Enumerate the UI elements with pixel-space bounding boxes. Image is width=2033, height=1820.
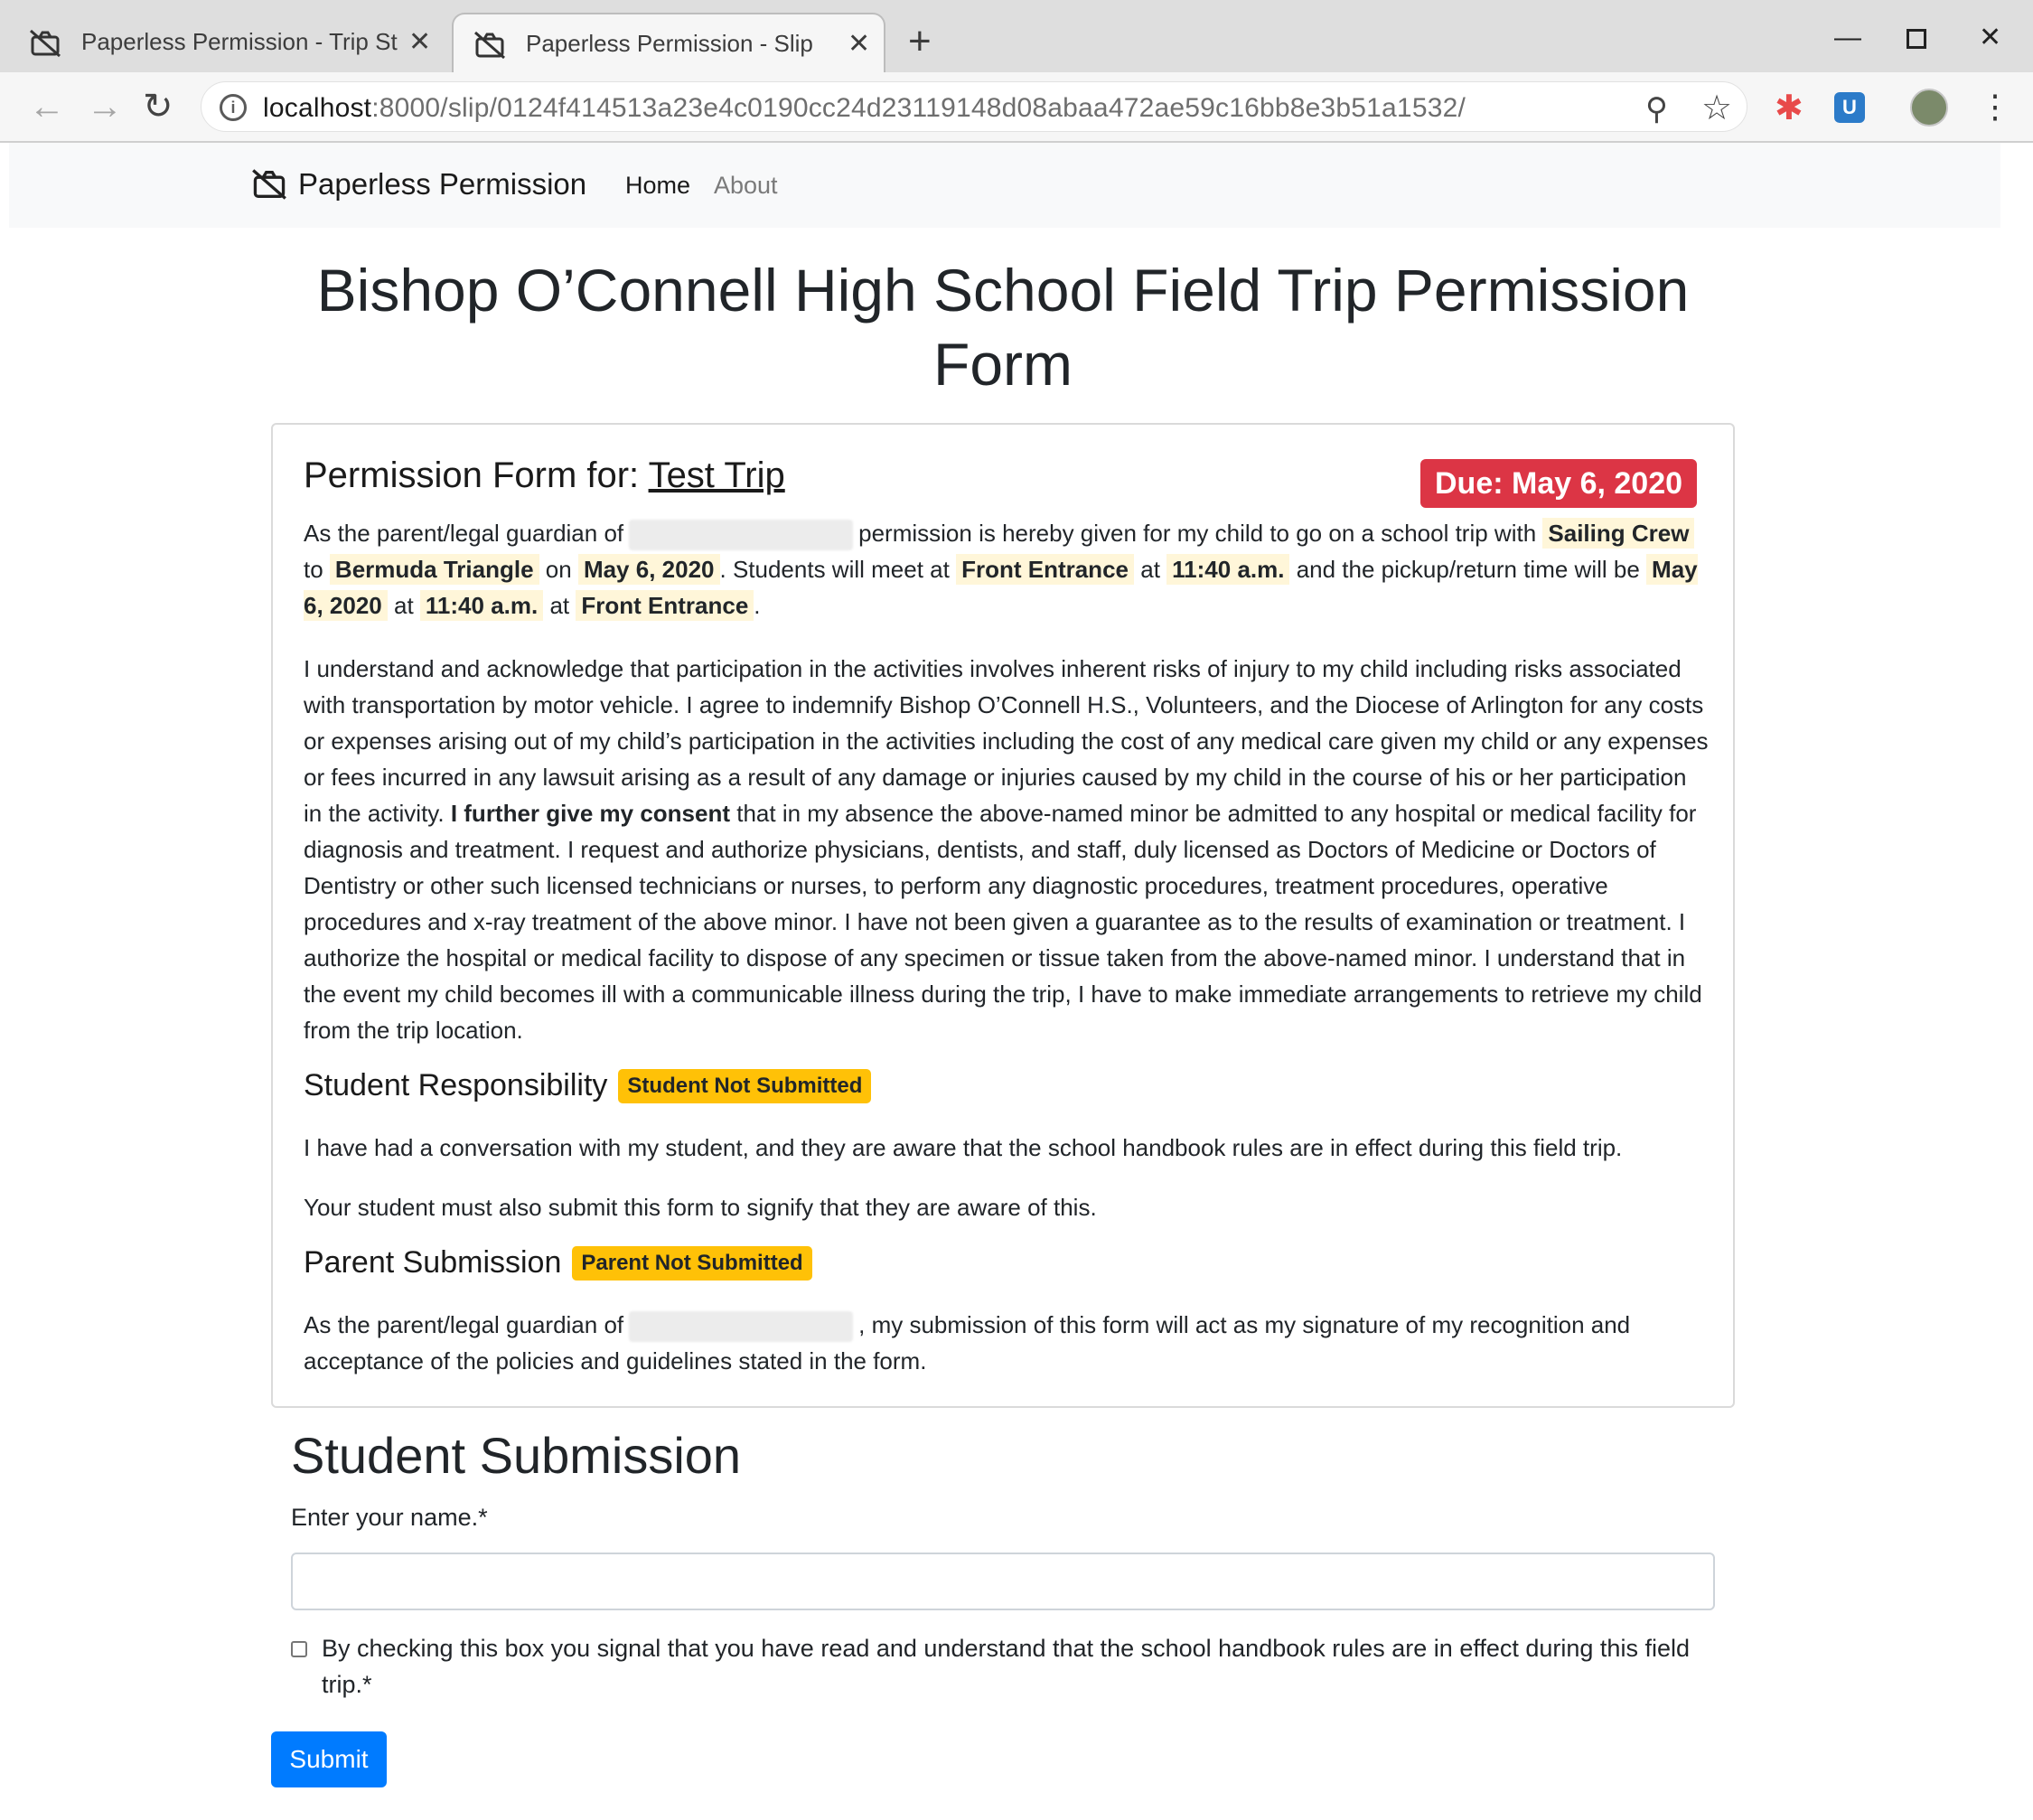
parent-text: As the parent/legal guardian of xyxy=(304,1311,624,1338)
student-responsibility-heading: Student Responsibility Student Not Submi… xyxy=(304,1068,872,1103)
browser-tab-strip: Paperless Permission - Trip St ✕ Paperle… xyxy=(0,0,2033,72)
due-date-badge: Due: May 6, 2020 xyxy=(1420,459,1698,508)
intro-paragraph: As the parent/legal guardian of permissio… xyxy=(304,515,1709,624)
url-text[interactable]: localhost:8000/slip/0124f414513a23e4c019… xyxy=(263,93,1466,124)
intro-text: As the parent/legal guardian of xyxy=(304,520,624,547)
parent-status-badge: Parent Not Submitted xyxy=(572,1245,812,1281)
close-icon[interactable]: ✕ xyxy=(408,24,431,61)
browser-toolbar: ← → ↻ i localhost:8000/slip/0124f414513a… xyxy=(0,72,2033,143)
student-name-input[interactable] xyxy=(291,1553,1715,1610)
tab-title: Paperless Permission - Trip St xyxy=(81,28,398,55)
no-camera-icon xyxy=(474,31,505,60)
close-icon[interactable]: ✕ xyxy=(848,26,870,62)
nav-link-home[interactable]: Home xyxy=(625,172,690,200)
trip-date: May 6, 2020 xyxy=(577,554,720,585)
reload-icon[interactable]: ↻ xyxy=(143,87,173,127)
maximize-icon[interactable] xyxy=(1907,29,1926,49)
student-status-badge: Student Not Submitted xyxy=(618,1068,872,1103)
zoom-icon[interactable]: ⚲ xyxy=(1645,91,1668,127)
consent-text: I further give my consent xyxy=(450,800,731,827)
meet-time: 11:40 a.m. xyxy=(1166,554,1290,585)
intro-text: at xyxy=(393,592,414,619)
legal-paragraph: I understand and acknowledge that partic… xyxy=(304,651,1709,1048)
permission-card: Permission Form for: Test Trip Due: May … xyxy=(271,423,1735,1408)
trip-name-link[interactable]: Test Trip xyxy=(649,455,785,495)
extension-icon[interactable]: ✱ xyxy=(1775,90,1803,127)
parent-submission-heading: Parent Submission Parent Not Submitted xyxy=(304,1245,812,1281)
redacted-student-name xyxy=(629,1311,854,1343)
window-close-icon[interactable]: ✕ xyxy=(1979,20,2001,56)
meet-location: Front Entrance xyxy=(956,554,1134,585)
section-title: Student Responsibility xyxy=(304,1068,608,1102)
intro-text: to xyxy=(304,556,323,583)
page-viewport: Paperless Permission Home About Bishop O… xyxy=(0,143,2033,1820)
section-title: Parent Submission xyxy=(304,1245,562,1280)
tab-title: Paperless Permission - Slip xyxy=(526,30,813,57)
minimize-icon[interactable]: — xyxy=(1834,20,1861,56)
brand-link[interactable]: Paperless Permission xyxy=(251,166,586,202)
intro-text: . xyxy=(754,592,761,619)
intro-text: and the pickup/return time will be xyxy=(1296,556,1640,583)
submit-button[interactable]: Submit xyxy=(271,1731,387,1787)
intro-text: permission is hereby given for my child … xyxy=(858,520,1537,547)
acknowledge-checkbox[interactable] xyxy=(291,1641,307,1657)
avatar[interactable] xyxy=(1910,89,1948,127)
no-camera-icon xyxy=(252,169,286,200)
no-camera-icon xyxy=(30,29,61,58)
student-submission-title: Student Submission xyxy=(291,1427,742,1484)
student-responsibility-text: I have had a conversation with my studen… xyxy=(304,1134,1623,1161)
browser-tab-slip[interactable]: Paperless Permission - Slip ✕ xyxy=(452,13,885,72)
return-time: 11:40 a.m. xyxy=(419,590,544,621)
plus-icon[interactable]: + xyxy=(908,22,932,61)
page-title: Bishop O’Connell High School Field Trip … xyxy=(316,257,1690,398)
name-label: Enter your name.* xyxy=(291,1504,488,1531)
trip-group: Sailing Crew xyxy=(1542,518,1695,549)
acknowledge-label[interactable]: By checking this box you signal that you… xyxy=(322,1630,1713,1703)
return-location: Front Entrance xyxy=(576,590,754,621)
site-navbar: Paperless Permission Home About xyxy=(9,143,2000,228)
address-bar[interactable]: i localhost:8000/slip/0124f414513a23e4c0… xyxy=(201,81,1747,132)
nav-link-about[interactable]: About xyxy=(714,172,778,200)
bitwarden-icon[interactable]: U xyxy=(1834,92,1865,123)
trip-destination: Bermuda Triangle xyxy=(329,554,539,585)
brand-text: Paperless Permission xyxy=(298,167,587,201)
url-path: :8000/slip/0124f414513a23e4c0190cc24d231… xyxy=(371,93,1466,123)
intro-text: at xyxy=(1140,556,1160,583)
intro-text: on xyxy=(545,556,572,583)
student-must-submit-text: Your student must also submit this form … xyxy=(304,1194,1097,1221)
forward-icon[interactable]: → xyxy=(87,87,123,127)
legal-text: that in my absence the above-named minor… xyxy=(304,800,1702,1044)
heading-prefix: Permission Form for: xyxy=(304,455,640,495)
menu-icon[interactable]: ⋮ xyxy=(1979,89,2011,125)
card-heading: Permission Form for: Test Trip xyxy=(304,455,785,496)
intro-text: . Students will meet at xyxy=(719,556,950,583)
redacted-student-name xyxy=(629,520,854,551)
info-icon[interactable]: i xyxy=(220,94,247,121)
url-host: localhost xyxy=(263,93,372,123)
intro-text: at xyxy=(549,592,570,619)
star-icon[interactable]: ☆ xyxy=(1701,88,1732,128)
browser-tab-trip-status[interactable]: Paperless Permission - Trip St ✕ xyxy=(9,13,445,72)
parent-submission-text: As the parent/legal guardian of, my subm… xyxy=(304,1307,1709,1379)
back-icon[interactable]: ← xyxy=(29,87,65,127)
